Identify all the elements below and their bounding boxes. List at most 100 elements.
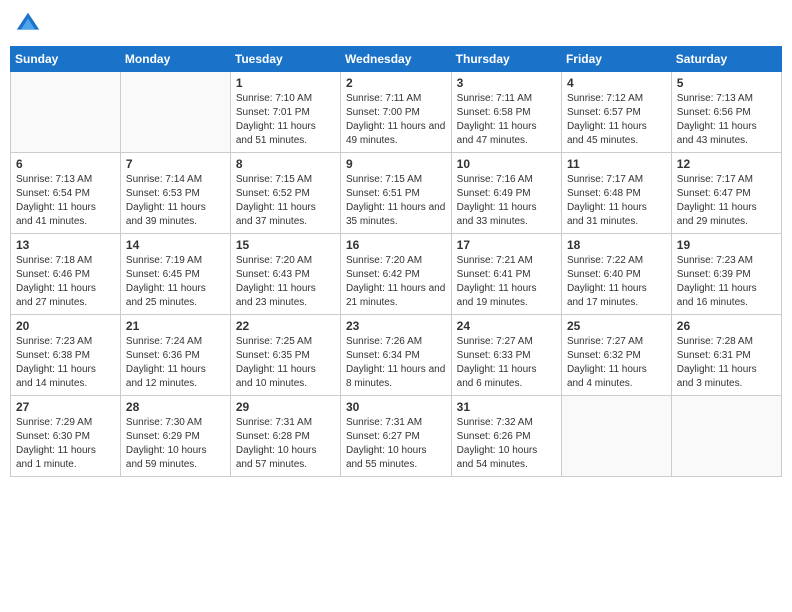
day-number: 5 xyxy=(677,76,776,90)
day-info: Sunrise: 7:23 AM Sunset: 6:38 PM Dayligh… xyxy=(16,335,115,391)
week-row-2: 6 Sunrise: 7:13 AM Sunset: 6:54 PM Daylig… xyxy=(11,153,782,234)
day-info: Sunrise: 7:11 AM Sunset: 6:58 PM Dayligh… xyxy=(457,92,556,148)
calendar-cell: 23 Sunrise: 7:26 AM Sunset: 6:34 PM Dayli… xyxy=(340,315,451,396)
calendar-cell: 16 Sunrise: 7:20 AM Sunset: 6:42 PM Dayli… xyxy=(340,234,451,315)
day-number: 23 xyxy=(346,319,446,333)
day-info: Sunrise: 7:12 AM Sunset: 6:57 PM Dayligh… xyxy=(567,92,666,148)
day-info: Sunrise: 7:17 AM Sunset: 6:47 PM Dayligh… xyxy=(677,173,776,229)
calendar-cell: 29 Sunrise: 7:31 AM Sunset: 6:28 PM Dayli… xyxy=(230,396,340,477)
weekday-header-sunday: Sunday xyxy=(11,47,121,72)
calendar-cell: 27 Sunrise: 7:29 AM Sunset: 6:30 PM Dayli… xyxy=(11,396,121,477)
week-row-5: 27 Sunrise: 7:29 AM Sunset: 6:30 PM Dayli… xyxy=(11,396,782,477)
day-number: 10 xyxy=(457,157,556,171)
day-number: 29 xyxy=(236,400,335,414)
calendar-cell: 5 Sunrise: 7:13 AM Sunset: 6:56 PM Daylig… xyxy=(671,72,781,153)
day-info: Sunrise: 7:13 AM Sunset: 6:56 PM Dayligh… xyxy=(677,92,776,148)
day-number: 7 xyxy=(126,157,225,171)
week-row-1: 1 Sunrise: 7:10 AM Sunset: 7:01 PM Daylig… xyxy=(11,72,782,153)
day-number: 19 xyxy=(677,238,776,252)
day-info: Sunrise: 7:15 AM Sunset: 6:52 PM Dayligh… xyxy=(236,173,335,229)
calendar-cell: 7Sunrise: 7:14 AM Sunset: 6:53 PM Daylig… xyxy=(120,153,230,234)
calendar-cell xyxy=(561,396,671,477)
day-number: 25 xyxy=(567,319,666,333)
day-info: Sunrise: 7:31 AM Sunset: 6:28 PM Dayligh… xyxy=(236,416,335,472)
day-number: 11 xyxy=(567,157,666,171)
day-number: 27 xyxy=(16,400,115,414)
calendar-cell: 25 Sunrise: 7:27 AM Sunset: 6:32 PM Dayli… xyxy=(561,315,671,396)
day-info: Sunrise: 7:23 AM Sunset: 6:39 PM Dayligh… xyxy=(677,254,776,310)
day-info: Sunrise: 7:20 AM Sunset: 6:42 PM Dayligh… xyxy=(346,254,446,310)
calendar-cell: 11 Sunrise: 7:17 AM Sunset: 6:48 PM Dayli… xyxy=(561,153,671,234)
weekday-header-monday: Monday xyxy=(120,47,230,72)
day-number: 13 xyxy=(16,238,115,252)
weekday-header-saturday: Saturday xyxy=(671,47,781,72)
logo-icon xyxy=(14,10,42,38)
day-info: Sunrise: 7:21 AM Sunset: 6:41 PM Dayligh… xyxy=(457,254,556,310)
day-number: 21 xyxy=(126,319,225,333)
day-info: Sunrise: 7:29 AM Sunset: 6:30 PM Dayligh… xyxy=(16,416,115,472)
day-number: 31 xyxy=(457,400,556,414)
weekday-header-tuesday: Tuesday xyxy=(230,47,340,72)
calendar-cell: 30 Sunrise: 7:31 AM Sunset: 6:27 PM Dayli… xyxy=(340,396,451,477)
weekday-header-thursday: Thursday xyxy=(451,47,561,72)
day-info: Sunrise: 7:20 AM Sunset: 6:43 PM Dayligh… xyxy=(236,254,335,310)
weekday-header-friday: Friday xyxy=(561,47,671,72)
day-number: 3 xyxy=(457,76,556,90)
day-number: 14 xyxy=(126,238,225,252)
calendar-cell: 8Sunrise: 7:15 AM Sunset: 6:52 PM Daylig… xyxy=(230,153,340,234)
day-number: 22 xyxy=(236,319,335,333)
calendar-cell: 28 Sunrise: 7:30 AM Sunset: 6:29 PM Dayli… xyxy=(120,396,230,477)
calendar-cell: 14 Sunrise: 7:19 AM Sunset: 6:45 PM Dayli… xyxy=(120,234,230,315)
calendar-cell: 2Sunrise: 7:11 AM Sunset: 7:00 PM Daylig… xyxy=(340,72,451,153)
day-number: 9 xyxy=(346,157,446,171)
day-info: Sunrise: 7:22 AM Sunset: 6:40 PM Dayligh… xyxy=(567,254,666,310)
weekday-header-row: SundayMondayTuesdayWednesdayThursdayFrid… xyxy=(11,47,782,72)
day-number: 26 xyxy=(677,319,776,333)
day-number: 12 xyxy=(677,157,776,171)
day-number: 16 xyxy=(346,238,446,252)
calendar-cell: 22 Sunrise: 7:25 AM Sunset: 6:35 PM Dayli… xyxy=(230,315,340,396)
calendar-cell: 31 Sunrise: 7:32 AM Sunset: 6:26 PM Dayli… xyxy=(451,396,561,477)
week-row-4: 20 Sunrise: 7:23 AM Sunset: 6:38 PM Dayli… xyxy=(11,315,782,396)
calendar-cell: 3 Sunrise: 7:11 AM Sunset: 6:58 PM Daylig… xyxy=(451,72,561,153)
day-info: Sunrise: 7:24 AM Sunset: 6:36 PM Dayligh… xyxy=(126,335,225,391)
calendar-cell: 1 Sunrise: 7:10 AM Sunset: 7:01 PM Daylig… xyxy=(230,72,340,153)
day-info: Sunrise: 7:13 AM Sunset: 6:54 PM Dayligh… xyxy=(16,173,115,229)
calendar-cell: 12 Sunrise: 7:17 AM Sunset: 6:47 PM Dayli… xyxy=(671,153,781,234)
day-number: 20 xyxy=(16,319,115,333)
calendar-cell: 18 Sunrise: 7:22 AM Sunset: 6:40 PM Dayli… xyxy=(561,234,671,315)
day-info: Sunrise: 7:25 AM Sunset: 6:35 PM Dayligh… xyxy=(236,335,335,391)
day-info: Sunrise: 7:31 AM Sunset: 6:27 PM Dayligh… xyxy=(346,416,446,472)
day-info: Sunrise: 7:30 AM Sunset: 6:29 PM Dayligh… xyxy=(126,416,225,472)
calendar-cell xyxy=(11,72,121,153)
calendar-cell: 17Sunrise: 7:21 AM Sunset: 6:41 PM Dayli… xyxy=(451,234,561,315)
day-number: 30 xyxy=(346,400,446,414)
weekday-header-wednesday: Wednesday xyxy=(340,47,451,72)
day-info: Sunrise: 7:19 AM Sunset: 6:45 PM Dayligh… xyxy=(126,254,225,310)
day-info: Sunrise: 7:32 AM Sunset: 6:26 PM Dayligh… xyxy=(457,416,556,472)
calendar-cell: 21 Sunrise: 7:24 AM Sunset: 6:36 PM Dayli… xyxy=(120,315,230,396)
day-info: Sunrise: 7:26 AM Sunset: 6:34 PM Dayligh… xyxy=(346,335,446,391)
calendar-cell: 15 Sunrise: 7:20 AM Sunset: 6:43 PM Dayli… xyxy=(230,234,340,315)
day-number: 18 xyxy=(567,238,666,252)
day-number: 24 xyxy=(457,319,556,333)
day-info: Sunrise: 7:16 AM Sunset: 6:49 PM Dayligh… xyxy=(457,173,556,229)
calendar-cell: 9 Sunrise: 7:15 AM Sunset: 6:51 PM Daylig… xyxy=(340,153,451,234)
day-number: 6 xyxy=(16,157,115,171)
calendar-cell: 13 Sunrise: 7:18 AM Sunset: 6:46 PM Dayli… xyxy=(11,234,121,315)
day-number: 28 xyxy=(126,400,225,414)
day-number: 2 xyxy=(346,76,446,90)
day-info: Sunrise: 7:10 AM Sunset: 7:01 PM Dayligh… xyxy=(236,92,335,148)
day-info: Sunrise: 7:17 AM Sunset: 6:48 PM Dayligh… xyxy=(567,173,666,229)
day-info: Sunrise: 7:27 AM Sunset: 6:32 PM Dayligh… xyxy=(567,335,666,391)
calendar-cell: 4Sunrise: 7:12 AM Sunset: 6:57 PM Daylig… xyxy=(561,72,671,153)
day-number: 15 xyxy=(236,238,335,252)
day-number: 1 xyxy=(236,76,335,90)
day-info: Sunrise: 7:15 AM Sunset: 6:51 PM Dayligh… xyxy=(346,173,446,229)
day-info: Sunrise: 7:18 AM Sunset: 6:46 PM Dayligh… xyxy=(16,254,115,310)
calendar-cell: 20 Sunrise: 7:23 AM Sunset: 6:38 PM Dayli… xyxy=(11,315,121,396)
week-row-3: 13 Sunrise: 7:18 AM Sunset: 6:46 PM Dayli… xyxy=(11,234,782,315)
calendar-cell xyxy=(120,72,230,153)
calendar-cell xyxy=(671,396,781,477)
day-info: Sunrise: 7:27 AM Sunset: 6:33 PM Dayligh… xyxy=(457,335,556,391)
